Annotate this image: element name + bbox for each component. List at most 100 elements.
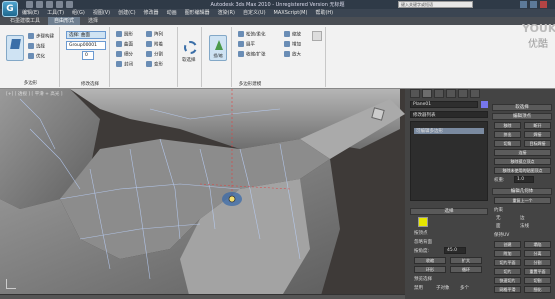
grow-button[interactable]: 扩大 [450,257,482,264]
ribbon-row-circle[interactable]: 圆形 [116,31,133,39]
help-icon[interactable] [520,1,527,8]
select-surface-field[interactable]: 选择: 曲面 [66,31,106,39]
object-color-swatch[interactable] [481,101,488,108]
by-vertex-checkbox[interactable]: 按顶点 [414,230,428,236]
open-file-icon[interactable] [36,1,43,8]
meshsmooth-button[interactable]: 网格平滑 [494,286,521,293]
by-angle-checkbox[interactable]: 按角度: [414,248,429,254]
ribbon-row-split[interactable]: 分割 [146,51,163,59]
stack-item-editable-poly[interactable]: 可编辑多边形 [414,128,484,134]
motion-tab[interactable] [446,89,456,98]
bottom-gizmo-icon[interactable] [6,279,16,289]
tab-freeform[interactable]: 自由形式 [48,17,81,25]
tessellate-button[interactable]: 细化 [524,286,551,293]
new-file-icon[interactable] [26,1,33,8]
slice-button[interactable]: 切片 [494,268,521,275]
weight-field[interactable]: 1.0 [514,176,534,183]
chamfer-button[interactable]: 切角 [494,140,521,147]
ribbon-row-optimize[interactable]: 优化 [28,53,45,61]
polygon-modeling-button[interactable] [6,35,24,61]
undo-icon[interactable] [56,1,63,8]
ring-button[interactable]: 环形 [414,266,446,273]
ribbon-row-add[interactable]: 增加 [284,41,301,49]
slice-plane-button[interactable]: 切片平面 [494,259,521,266]
collapse-button[interactable]: 塌陷 [524,241,551,248]
menu-animation[interactable]: 动画 [167,9,177,17]
display-tab[interactable] [458,89,468,98]
menu-graph-editors[interactable]: 图形编辑器 [185,9,210,17]
menu-create[interactable]: 创建(C) [118,9,135,17]
preserve-uv-checkbox[interactable]: 保持UV [494,232,509,238]
search-input[interactable]: 键入关键字或短语 [398,1,473,8]
number-field[interactable]: 0 [82,51,94,60]
pinch-button[interactable]: 捏/缩 [209,35,227,61]
utilities-tab[interactable] [470,89,480,98]
cut-button[interactable]: 切割 [524,277,551,284]
save-icon[interactable] [46,1,53,8]
rollout-soft-selection[interactable]: 软选择 [492,104,552,111]
menu-rendering[interactable]: 渲染(R) [218,9,235,17]
ribbon-row-close[interactable]: 封闭 [116,61,133,69]
remove-button[interactable]: 移除 [494,122,521,129]
modifier-list-dropdown[interactable]: 修改器列表 [410,111,488,118]
menu-maxscript[interactable]: MAXScript(M) [274,9,308,17]
angle-field[interactable]: 45.0 [444,247,466,254]
menu-view[interactable]: 视图(V) [93,9,110,17]
shrink-button[interactable]: 收缩 [414,257,446,264]
ribbon-row-surface[interactable]: 曲面 [116,41,133,49]
rollout-selection[interactable]: 选择 [410,208,488,215]
constraint-normal-radio[interactable]: 法线 [520,223,529,229]
ribbon-row-steps[interactable]: 步骤构建 [28,33,54,41]
viewport-label[interactable]: [+] [ 透视 ] [ 平滑 + 高光 ] [6,91,63,97]
ribbon-row-select[interactable]: 选择 [28,43,45,51]
menu-edit[interactable]: 编辑(E) [22,9,39,17]
ribbon-row-array[interactable]: 阵列 [146,31,163,39]
connect-button[interactable]: 连接 [494,149,551,156]
quickslice-button[interactable]: 快速切片 [494,277,521,284]
create-tab[interactable] [410,89,420,98]
preview-disable-radio[interactable]: 禁用 [414,285,423,291]
rollout-edit-vertices[interactable]: 编辑顶点 [492,113,552,120]
object-name-field[interactable]: Plane01 [410,101,478,108]
split-button[interactable]: 分割 [524,259,551,266]
constraint-face-radio[interactable]: 面 [496,223,501,229]
hierarchy-tab[interactable] [434,89,444,98]
modify-tab[interactable] [422,89,432,98]
detach-button[interactable]: 分离 [524,250,551,257]
weld-button[interactable]: 焊接 [524,131,551,138]
tab-selection[interactable]: 选择 [82,17,104,25]
menu-help[interactable]: 帮助(H) [315,9,333,17]
ribbon-row-relax[interactable]: 松弛/柔化 [238,31,266,39]
target-weld-button[interactable]: 目标焊接 [524,140,551,147]
ignore-backface-checkbox[interactable]: 忽略背面 [414,239,432,245]
constraint-edge-radio[interactable]: 边 [520,215,525,221]
redo-icon[interactable] [66,1,73,8]
ribbon-row-scale[interactable]: 缩放 [284,31,301,39]
vertex-mode-icon[interactable] [418,217,428,227]
extrude-button[interactable]: 挤出 [494,131,521,138]
group-name-field[interactable]: Group00001 [66,41,106,50]
soft-select-icon[interactable] [184,41,197,54]
repeat-last-button[interactable]: 重复上一个 [494,197,551,204]
loop-button[interactable]: 循环 [450,266,482,273]
ribbon-row-shrink-expand[interactable]: 收缩/扩张 [238,51,266,59]
menu-tools[interactable]: 工具(T) [47,9,64,17]
reset-plane-button[interactable]: 重置平面 [524,268,551,275]
menu-customize[interactable]: 自定义(U) [243,9,266,17]
preview-multi-radio[interactable]: 多个 [460,285,469,291]
ribbon-row-subdivide[interactable]: 细分 [116,51,133,59]
perspective-viewport[interactable] [0,89,405,299]
close-icon[interactable] [540,1,547,8]
break-button[interactable]: 断开 [524,122,551,129]
checkmark-icon[interactable] [312,31,322,41]
attach-button[interactable]: 附加 [494,250,521,257]
remove-isolated-vertices-button[interactable]: 移除孤立顶点 [494,158,551,165]
ribbon-row-flatten[interactable]: 展平 [238,41,255,49]
preview-subobject-radio[interactable]: 子对象 [436,285,450,291]
ribbon-row-deform[interactable]: 变形 [146,61,163,69]
rollout-edit-geometry[interactable]: 编辑几何体 [492,188,552,195]
remove-unused-map-verts-button[interactable]: 移除未使用的贴图顶点 [494,167,551,174]
minimize-icon[interactable] [530,1,537,8]
tab-graphite-modeling[interactable]: 石墨建模工具 [4,17,46,25]
ribbon-row-attach[interactable]: 附着 [146,41,163,49]
